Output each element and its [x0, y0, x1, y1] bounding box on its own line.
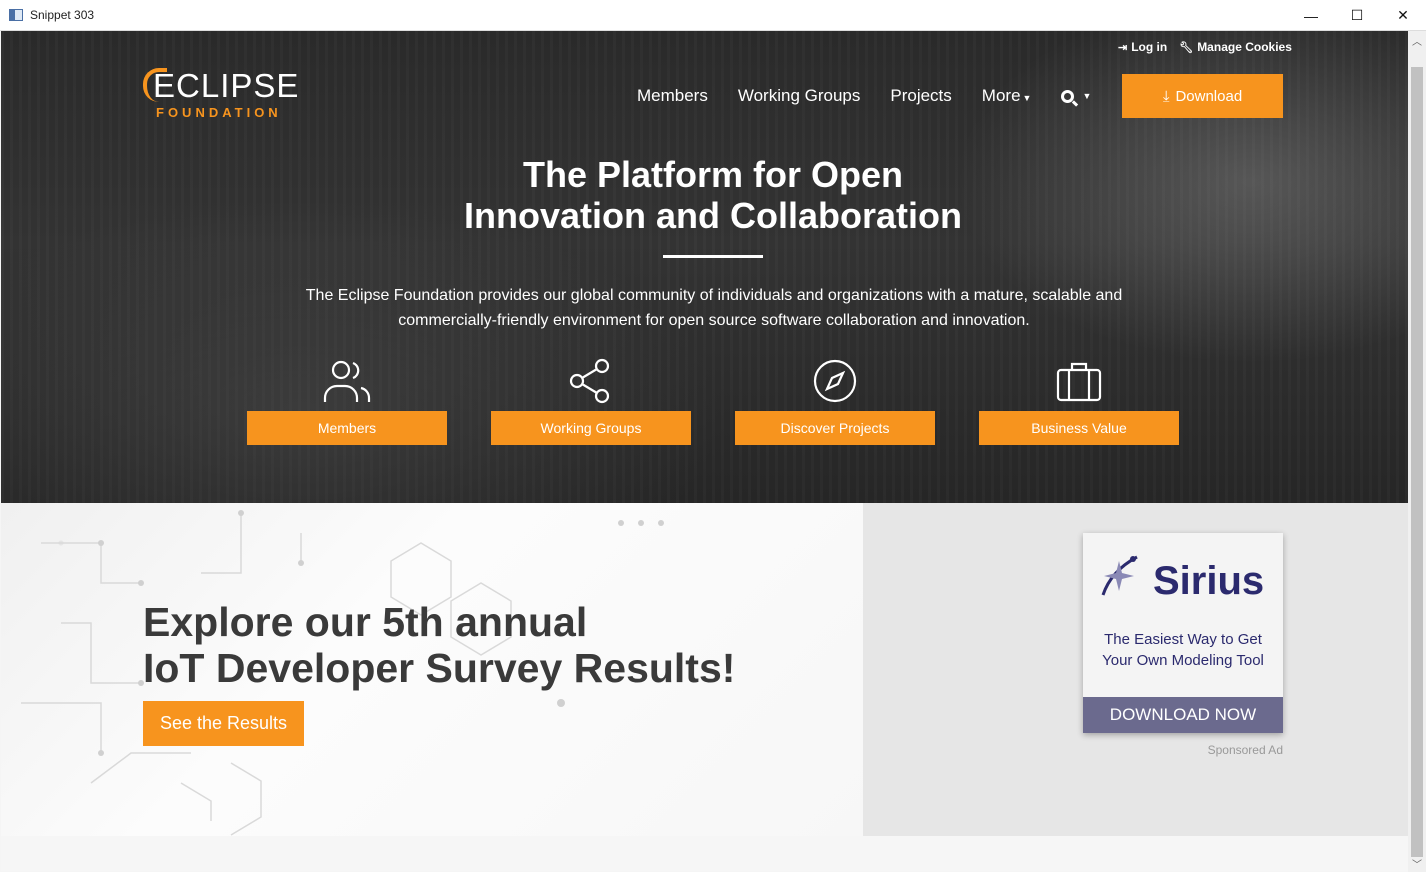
users-icon — [319, 353, 375, 409]
sponsored-ad-label: Sponsored Ad — [1207, 743, 1283, 757]
search-icon — [1061, 89, 1075, 103]
sirius-ad[interactable]: Sirius The Easiest Way to Get Your Own M… — [1083, 533, 1283, 733]
nav-more[interactable]: More ▼ — [982, 86, 1032, 106]
hero-description: The Eclipse Foundation provides our glob… — [305, 287, 1123, 329]
ad-tagline-line1: The Easiest Way to Get — [1104, 631, 1262, 648]
caret-down-icon: ▼ — [1022, 93, 1032, 103]
scrollbar-thumb[interactable] — [1411, 67, 1423, 857]
window-titlebar: Snippet 303 — ☐ ✕ — [0, 0, 1426, 31]
nav-members[interactable]: Members — [637, 86, 708, 106]
login-label: Log in — [1131, 40, 1168, 54]
logo-word-eclipse: ECLIPSE — [153, 67, 300, 104]
share-icon — [563, 353, 619, 409]
feature-discover-projects: Discover Projects — [735, 353, 935, 445]
sign-in-icon: ⇥ — [1118, 42, 1128, 54]
download-icon: ⤓ — [1162, 87, 1170, 105]
feature-members: Members — [247, 353, 447, 445]
app-icon — [9, 9, 23, 21]
caret-down-icon: ▼ — [1082, 91, 1092, 101]
survey-promo-section: Explore our 5th annual IoT Developer Sur… — [1, 503, 863, 836]
logo-word-foundation: FOUNDATION — [156, 105, 282, 120]
working-groups-button[interactable]: Working Groups — [491, 411, 691, 445]
login-link[interactable]: ⇥ Log in — [1118, 40, 1167, 54]
download-button[interactable]: ⤓ Download — [1122, 74, 1283, 118]
eclipse-foundation-logo[interactable]: ECLIPSE FOUNDATION — [143, 65, 313, 125]
next-section-peek — [1, 836, 1408, 871]
scroll-up-icon[interactable]: ︿ — [1408, 31, 1426, 49]
scroll-down-icon[interactable]: ﹀ — [1408, 854, 1426, 872]
ad-tagline: The Easiest Way to Get Your Own Modeling… — [1083, 629, 1283, 671]
nav-more-label: More — [981, 86, 1021, 105]
manage-cookies-link[interactable]: 🔧︎ Manage Cookies — [1179, 40, 1292, 54]
wrench-icon: 🔧︎ — [1179, 42, 1194, 54]
hero-title-line2: Innovation and Collaboration — [464, 195, 962, 236]
promo-title-line2: IoT Developer Survey Results! — [143, 645, 736, 691]
nav-projects[interactable]: Projects — [890, 86, 951, 106]
maximize-button[interactable]: ☐ — [1334, 0, 1380, 31]
promo-title: Explore our 5th annual IoT Developer Sur… — [143, 599, 735, 691]
ad-brand: Sirius — [1153, 559, 1265, 603]
feature-working-groups: Working Groups — [491, 353, 691, 445]
close-button[interactable]: ✕ — [1380, 0, 1426, 31]
ad-section: Sirius The Easiest Way to Get Your Own M… — [863, 503, 1408, 836]
vertical-scrollbar[interactable]: ︿ ﹀ — [1408, 31, 1426, 872]
discover-projects-button[interactable]: Discover Projects — [735, 411, 935, 445]
business-value-button[interactable]: Business Value — [979, 411, 1179, 445]
hero-divider — [663, 255, 763, 258]
minimize-button[interactable]: — — [1288, 0, 1334, 31]
search-toggle[interactable]: ▼ — [1061, 89, 1092, 103]
briefcase-icon — [1051, 353, 1107, 409]
ad-tagline-line2: Your Own Modeling Tool — [1102, 652, 1264, 669]
hero-title: The Platform for Open Innovation and Col… — [1, 154, 1408, 236]
main-nav: Members Working Groups Projects More ▼ ▼ — [637, 86, 1122, 106]
see-results-button[interactable]: See the Results — [143, 701, 304, 746]
page-viewport: ⇥ Log in 🔧︎ Manage Cookies ECLIPSE FOUNDAT… — [1, 31, 1408, 871]
members-button[interactable]: Members — [247, 411, 447, 445]
cookies-label: Manage Cookies — [1197, 40, 1292, 54]
promo-title-line1: Explore our 5th annual — [143, 599, 588, 645]
compass-icon — [807, 353, 863, 409]
hero-title-line1: The Platform for Open — [522, 154, 904, 195]
sirius-star-icon — [1101, 555, 1138, 596]
feature-business-value: Business Value — [979, 353, 1179, 445]
window-title: Snippet 303 — [30, 8, 95, 22]
top-utility-links: ⇥ Log in 🔧︎ Manage Cookies — [1118, 40, 1292, 54]
ad-download-button[interactable]: DOWNLOAD NOW — [1083, 697, 1283, 733]
feature-list: Members Working Groups Discover Projects… — [247, 353, 1179, 445]
hero-section: ⇥ Log in 🔧︎ Manage Cookies ECLIPSE FOUNDAT… — [1, 31, 1408, 503]
nav-working-groups[interactable]: Working Groups — [738, 86, 861, 106]
download-label: Download — [1175, 87, 1243, 105]
